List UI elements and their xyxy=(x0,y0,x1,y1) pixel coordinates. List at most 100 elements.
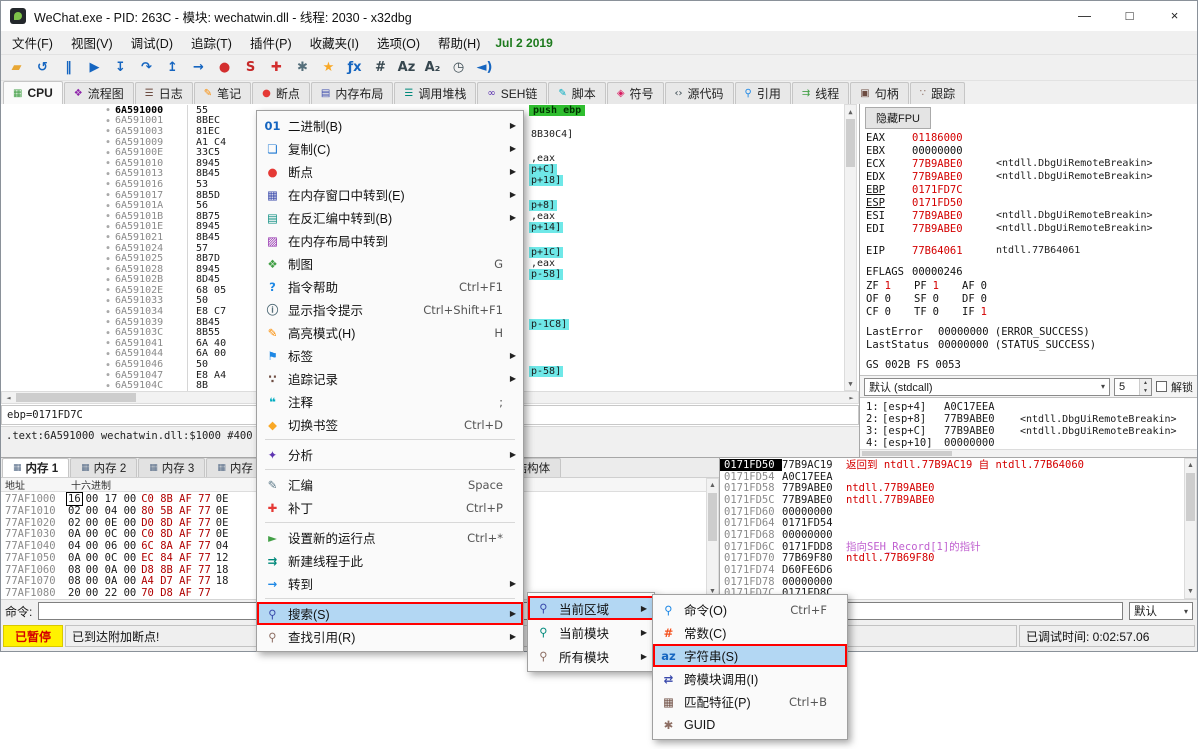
menu-item-toggle-bookmark[interactable]: ◆ 切换书签 Ctrl+D xyxy=(257,413,523,436)
breakpoint-button[interactable]: ● xyxy=(212,56,237,79)
breakpoint-dot-icon[interactable]: ● xyxy=(101,128,115,134)
menu-item-search-constant[interactable]: # 常数(C) xyxy=(653,621,847,644)
register-row-eflags[interactable]: EFLAGS 00000246 xyxy=(866,265,1193,278)
breakpoint-dot-icon[interactable]: ● xyxy=(101,351,115,357)
favourites-button[interactable]: ★ xyxy=(316,56,341,79)
breakpoint-dot-icon[interactable]: ● xyxy=(101,362,115,368)
breakpoint-dot-icon[interactable]: ● xyxy=(101,340,115,346)
menu-item-create-thread-here[interactable]: ⇉ 新建线程于此 xyxy=(257,549,523,572)
stack-row[interactable]: 0171FD64 0171FD54 xyxy=(720,517,1184,529)
scroll-down-icon[interactable]: ▼ xyxy=(1185,585,1196,598)
tab-call-stack[interactable]: ☰ 调用堆栈 xyxy=(394,82,476,104)
breakpoint-dot-icon[interactable]: ● xyxy=(101,277,115,283)
menu-item-show-mnemonic-brief[interactable]: ⓘ 显示指令提示 Ctrl+Shift+F1 xyxy=(257,298,523,321)
last-status-row[interactable]: LastStatus 00000000 (STATUS_SUCCESS) xyxy=(866,338,1193,351)
menu-item-copy[interactable]: ❏ 复制(C) ▶ xyxy=(257,137,523,160)
register-row[interactable]: EAX 01186000 xyxy=(866,131,1193,144)
tab-threads[interactable]: ⇉ 线程 xyxy=(792,82,849,104)
tab-graph[interactable]: ❖ 流程图 xyxy=(64,82,134,104)
case-button[interactable]: A₂ xyxy=(420,56,445,79)
breakpoint-dot-icon[interactable]: ● xyxy=(101,287,115,293)
menu-item-search[interactable]: ⚲ 搜索(S) ▶ xyxy=(257,602,523,625)
menu-item-follow-in-dump[interactable]: ▦ 在内存窗口中转到(E) ▶ xyxy=(257,183,523,206)
menu-item-search-command[interactable]: ⚲ 命令(O) Ctrl+F xyxy=(653,598,847,621)
menubar-item[interactable]: 收藏夹(I) xyxy=(301,30,368,55)
register-row[interactable]: EDI 77B9ABE0 <ntdll.DbgUiRemoteBreakin> xyxy=(866,222,1193,235)
argument-count-spinner[interactable]: 5 ▲▼ xyxy=(1114,378,1152,396)
constants-button[interactable]: # xyxy=(368,56,393,79)
tab-log[interactable]: ☰ 日志 xyxy=(135,82,193,104)
scrollbar-thumb[interactable] xyxy=(846,119,855,167)
tab-seh[interactable]: ∞ SEH链 xyxy=(477,82,547,104)
menu-item-trace-record[interactable]: ∵ 追踪记录 ▶ xyxy=(257,367,523,390)
breakpoint-dot-icon[interactable]: ● xyxy=(101,319,115,325)
stack-row[interactable]: 0171FD60 00000000 xyxy=(720,506,1184,518)
cpu-flag[interactable]: CF0 xyxy=(866,306,914,319)
menu-item-patch[interactable]: ✚ 补丁 Ctrl+P xyxy=(257,496,523,519)
titlebar[interactable]: WeChat.exe - PID: 263C - 模块: wechatwin.d… xyxy=(1,1,1197,31)
menu-item-binary[interactable]: 01 二进制(B) ▶ xyxy=(257,114,523,137)
pause-button[interactable]: ‖ xyxy=(56,56,81,79)
breakpoint-dot-icon[interactable]: ● xyxy=(101,139,115,145)
menu-item-search-guid[interactable]: ✱ GUID xyxy=(653,713,847,736)
breakpoint-dot-icon[interactable]: ● xyxy=(101,118,115,124)
run-button[interactable]: ▶ xyxy=(82,56,107,79)
register-row-eip[interactable]: EIP 77B64061 ntdll.77B64061 xyxy=(866,244,1193,257)
breakpoint-dot-icon[interactable]: ● xyxy=(101,330,115,336)
patch-button[interactable]: ✚ xyxy=(264,56,289,79)
scrollbar-track[interactable] xyxy=(1185,472,1196,585)
argument-row[interactable]: 2: [esp+8] 77B9ABE0 <ntdll.DbgUiRemoteBr… xyxy=(866,413,1197,425)
menu-item-set-new-origin[interactable]: ► 设置新的运行点 Ctrl+* xyxy=(257,526,523,549)
scroll-left-icon[interactable]: ◄ xyxy=(2,392,15,403)
tab-trace[interactable]: ∵ 跟踪 xyxy=(910,82,965,104)
maximize-button[interactable]: □ xyxy=(1107,1,1152,31)
menubar-item[interactable]: 文件(F) xyxy=(3,30,62,55)
breakpoint-dot-icon[interactable]: ● xyxy=(101,150,115,156)
breakpoint-dot-icon[interactable]: ● xyxy=(101,192,115,198)
open-file-button[interactable]: ▰ xyxy=(4,56,29,79)
scroll-up-icon[interactable]: ▲ xyxy=(707,479,718,492)
unlock-checkbox[interactable]: 解锁 xyxy=(1156,379,1193,395)
menu-item-highlight-mode[interactable]: ✎ 高亮模式(H) H xyxy=(257,321,523,344)
cpu-flag[interactable]: OF0 xyxy=(866,293,914,306)
time-button[interactable]: ◷ xyxy=(446,56,471,79)
menubar-item[interactable]: 帮助(H) xyxy=(429,30,489,55)
fx-button[interactable]: ƒx xyxy=(342,56,367,79)
dump-tab[interactable]: ▦ 内存 3 xyxy=(138,458,205,477)
breakpoint-dot-icon[interactable]: ● xyxy=(101,181,115,187)
restart-button[interactable]: ↺ xyxy=(30,56,55,79)
breakpoint-dot-icon[interactable]: ● xyxy=(101,383,115,389)
args-horizontal-scrollbar[interactable] xyxy=(860,449,1197,457)
dump-tab[interactable]: ▦ 内存 1 xyxy=(2,458,69,477)
step-over-button[interactable]: ↷ xyxy=(134,56,159,79)
menubar-item[interactable]: 插件(P) xyxy=(241,30,301,55)
dump-tab[interactable]: ▦ 内存 2 xyxy=(70,458,137,477)
stack-row[interactable]: 0171FD6C 0171FDD8 指向SEH_Record[1]的指针 xyxy=(720,541,1184,553)
scroll-up-icon[interactable]: ▲ xyxy=(845,105,856,118)
menubar-item[interactable]: 视图(V) xyxy=(62,30,122,55)
submenu-item-current-module[interactable]: ⚲ 当前模块 ▶ xyxy=(528,620,654,644)
menubar-item[interactable]: 调试(D) xyxy=(122,30,182,55)
calling-convention-dropdown[interactable]: 默认 (stdcall) ▾ xyxy=(864,378,1110,396)
scrollbar-track[interactable] xyxy=(845,118,856,377)
tab-source[interactable]: ‹› 源代码 xyxy=(665,82,734,104)
menu-item-instruction-help[interactable]: ? 指令帮助 Ctrl+F1 xyxy=(257,275,523,298)
tab-cpu[interactable]: ▦ CPU xyxy=(3,81,63,104)
submenu-item-current-region[interactable]: ⚲ 当前区域 ▶ xyxy=(528,596,654,620)
menubar-item[interactable]: 追踪(T) xyxy=(182,30,241,55)
scrollbar-track[interactable] xyxy=(707,492,718,585)
menu-item-assemble[interactable]: ✎ 汇编 Space xyxy=(257,473,523,496)
tab-references[interactable]: ⚲ 引用 xyxy=(735,82,791,104)
settings-button[interactable]: ✱ xyxy=(290,56,315,79)
menu-item-comment[interactable]: ❝ 注释 ; xyxy=(257,390,523,413)
menubar-item[interactable]: 选项(O) xyxy=(368,30,429,55)
run-to-cursor-button[interactable]: → xyxy=(186,56,211,79)
disasm-vertical-scrollbar[interactable]: ▲ ▼ xyxy=(844,104,857,391)
breakpoint-dot-icon[interactable]: ● xyxy=(101,256,115,262)
breakpoint-dot-icon[interactable]: ● xyxy=(101,224,115,230)
menu-item-analysis[interactable]: ✦ 分析 ▶ xyxy=(257,443,523,466)
argument-row[interactable]: 1: [esp+4] A0C17EEA xyxy=(866,401,1197,413)
spinner-up-icon[interactable]: ▲ xyxy=(1140,379,1151,387)
breakpoint-dot-icon[interactable]: ● xyxy=(101,298,115,304)
breakpoint-dot-icon[interactable]: ● xyxy=(101,171,115,177)
